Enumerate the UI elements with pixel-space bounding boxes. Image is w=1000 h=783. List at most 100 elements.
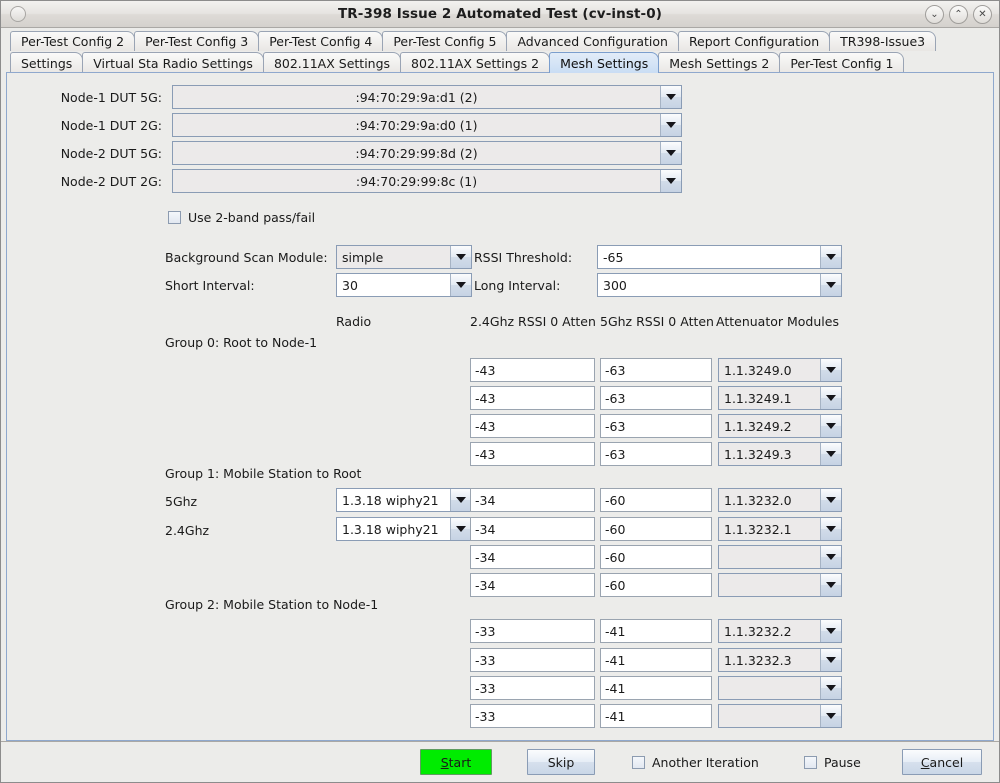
group-2-row-3-rssi5[interactable]: -41 [600, 704, 712, 728]
another-iteration-checkbox[interactable]: Another Iteration [632, 755, 759, 770]
tab-settings[interactable]: Settings [10, 52, 84, 73]
maximize-icon[interactable]: ⌃ [949, 5, 968, 24]
tab-report-configuration[interactable]: Report Configuration [677, 31, 831, 51]
chevron-down-icon[interactable] [660, 142, 681, 164]
short-interval-combo[interactable]: 30 [336, 273, 472, 297]
group-0-row-3-atten-combo[interactable]: 1.1.3249.3 [718, 442, 842, 466]
chevron-down-icon[interactable] [820, 274, 841, 296]
pause-checkbox[interactable]: Pause [804, 755, 861, 770]
group-0-row-0-rssi24[interactable]: -43 [470, 358, 595, 382]
chevron-down-icon[interactable] [820, 387, 841, 409]
rssi-threshold-combo[interactable]: -65 [597, 245, 842, 269]
tab-per-test-config-2[interactable]: Per-Test Config 2 [10, 31, 136, 51]
group-0-row-1-rssi24[interactable]: -43 [470, 386, 595, 410]
chevron-down-icon[interactable] [450, 518, 471, 540]
group-2-row-2-rssi5[interactable]: -41 [600, 676, 712, 700]
group-1-row-1-rssi24[interactable]: -34 [470, 517, 595, 541]
chevron-down-icon[interactable] [820, 705, 841, 727]
group-0-row-0-atten-combo[interactable]: 1.1.3249.0 [718, 358, 842, 382]
group-1-row-2-rssi5[interactable]: -60 [600, 545, 712, 569]
chevron-down-icon[interactable] [820, 649, 841, 671]
chevron-down-icon[interactable] [450, 489, 471, 511]
long-interval-combo[interactable]: 300 [597, 273, 842, 297]
node-2-dut-2g-combo[interactable]: :94:70:29:99:8c (1) [172, 169, 682, 193]
group-2-row-2-atten-combo[interactable] [718, 676, 842, 700]
start-button[interactable]: Start [420, 749, 492, 775]
group-2-row-3-rssi24[interactable]: -33 [470, 704, 595, 728]
close-icon[interactable]: ✕ [973, 5, 992, 24]
group-1-row-0-atten-combo[interactable]: 1.1.3232.0 [718, 488, 842, 512]
node-1-dut-2g-combo[interactable]: :94:70:29:9a:d0 (1) [172, 113, 682, 137]
chevron-down-icon[interactable] [450, 274, 471, 296]
short-interval-value[interactable]: 30 [337, 278, 450, 293]
group-1-row-0-rssi24[interactable]: -34 [470, 488, 595, 512]
node-1-dut-5g-combo[interactable]: :94:70:29:9a:d1 (2) [172, 85, 682, 109]
group-0-row-3-rssi5[interactable]: -63 [600, 442, 712, 466]
group-1-row-1-rssi5[interactable]: -60 [600, 517, 712, 541]
chevron-down-icon[interactable] [820, 620, 841, 642]
chevron-down-icon[interactable] [820, 574, 841, 596]
chevron-down-icon[interactable] [820, 546, 841, 568]
group-1-row-1-radio-combo[interactable]: 1.3.18 wiphy21 [336, 517, 472, 541]
group-2-row-0-atten-combo[interactable]: 1.1.3232.2 [718, 619, 842, 643]
chevron-down-icon[interactable] [820, 246, 841, 268]
chevron-down-icon[interactable] [660, 170, 681, 192]
tab-per-test-config-1[interactable]: Per-Test Config 1 [779, 52, 905, 73]
skip-button[interactable]: Skip [527, 749, 595, 775]
group-0-row-2-atten-combo[interactable]: 1.1.3249.2 [718, 414, 842, 438]
group-1-row-2-atten-combo[interactable] [718, 545, 842, 569]
tab-mesh-settings-2[interactable]: Mesh Settings 2 [658, 52, 781, 73]
checkbox-box-icon[interactable] [632, 755, 645, 769]
group-0-row-3-rssi24[interactable]: -43 [470, 442, 595, 466]
group-1-row-0-atten-value: 1.1.3232.0 [724, 492, 792, 508]
tab-per-test-config-4[interactable]: Per-Test Config 4 [258, 31, 384, 51]
rssi-threshold-value[interactable]: -65 [598, 250, 820, 265]
tab-per-test-config-5[interactable]: Per-Test Config 5 [382, 31, 508, 51]
chevron-down-icon[interactable] [820, 415, 841, 437]
chevron-down-icon[interactable] [820, 359, 841, 381]
group-0-row-2-rssi5[interactable]: -63 [600, 414, 712, 438]
chevron-down-icon[interactable] [820, 518, 841, 540]
group-1-row-3-rssi24[interactable]: -34 [470, 573, 595, 597]
group-0-row-2-rssi24[interactable]: -43 [470, 414, 595, 438]
tab-virtual-sta-radio-settings[interactable]: Virtual Sta Radio Settings [82, 52, 264, 73]
group-2-row-0-rssi5[interactable]: -41 [600, 619, 712, 643]
cancel-button[interactable]: Cancel [902, 749, 982, 775]
group-1-row-3-atten-combo[interactable] [718, 573, 842, 597]
tab-80211ax-settings[interactable]: 802.11AX Settings [262, 52, 402, 73]
checkbox-box-icon[interactable] [168, 211, 181, 224]
chevron-down-icon[interactable] [820, 677, 841, 699]
window-menu-icon[interactable] [10, 6, 26, 22]
group-0-row-2-atten-value: 1.1.3249.2 [724, 418, 792, 434]
group-2-row-0-rssi24[interactable]: -33 [470, 619, 595, 643]
group-2-row-1-rssi5[interactable]: -41 [600, 648, 712, 672]
tab-tr398-issue3[interactable]: TR398-Issue3 [829, 31, 937, 51]
tab-80211ax-settings-2[interactable]: 802.11AX Settings 2 [400, 52, 551, 73]
tab-mesh-settings[interactable]: Mesh Settings [549, 52, 660, 73]
chevron-down-icon[interactable] [450, 246, 471, 268]
group-0-row-1-atten-combo[interactable]: 1.1.3249.1 [718, 386, 842, 410]
minimize-icon[interactable]: ⌄ [925, 5, 944, 24]
group-2-row-2-rssi24[interactable]: -33 [470, 676, 595, 700]
group-1-row-1-atten-combo[interactable]: 1.1.3232.1 [718, 517, 842, 541]
chevron-down-icon[interactable] [820, 489, 841, 511]
group-2-row-1-atten-combo[interactable]: 1.1.3232.3 [718, 648, 842, 672]
group-1-row-2-rssi24[interactable]: -34 [470, 545, 595, 569]
tab-advanced-configuration[interactable]: Advanced Configuration [506, 31, 679, 51]
group-1-row-0-radio-combo[interactable]: 1.3.18 wiphy21 [336, 488, 472, 512]
group-2-row-3-atten-combo[interactable] [718, 704, 842, 728]
group-2-row-1-rssi24[interactable]: -33 [470, 648, 595, 672]
chevron-down-icon[interactable] [660, 86, 681, 108]
chevron-down-icon[interactable] [820, 443, 841, 465]
group-0-row-1-rssi5[interactable]: -63 [600, 386, 712, 410]
node-2-dut-5g-combo[interactable]: :94:70:29:99:8d (2) [172, 141, 682, 165]
long-interval-value[interactable]: 300 [598, 278, 820, 293]
background-scan-module-combo[interactable]: simple [336, 245, 472, 269]
checkbox-box-icon[interactable] [804, 755, 817, 769]
group-1-row-0-rssi5[interactable]: -60 [600, 488, 712, 512]
tab-per-test-config-3[interactable]: Per-Test Config 3 [134, 31, 260, 51]
use-2-band-pass-fail-checkbox[interactable]: Use 2-band pass/fail [168, 210, 315, 225]
group-0-row-0-rssi5[interactable]: -63 [600, 358, 712, 382]
chevron-down-icon[interactable] [660, 114, 681, 136]
group-1-row-3-rssi5[interactable]: -60 [600, 573, 712, 597]
